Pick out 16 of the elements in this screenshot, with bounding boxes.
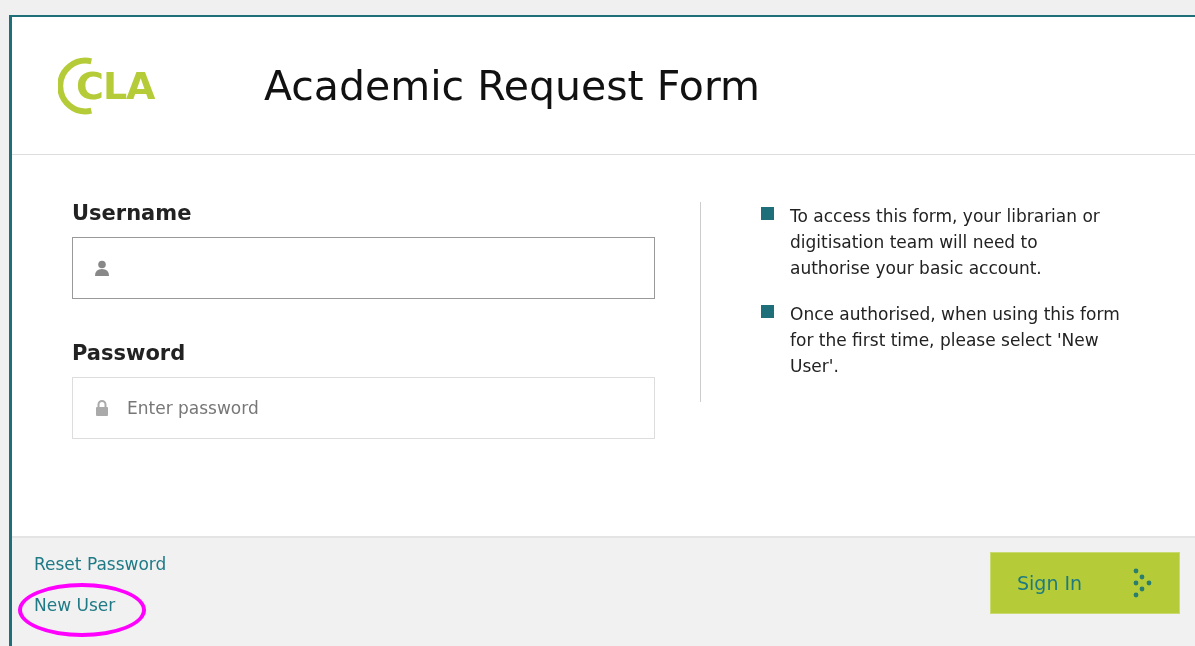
field-label: Password — [72, 341, 187, 367]
user-icon — [95, 260, 109, 276]
info-text: To access this form, your librarian or digitisation team will need to authorise your basic account. — [790, 205, 1101, 280]
bullet-icon — [761, 305, 774, 318]
sign-in-button[interactable]: Sign In — [990, 552, 1180, 614]
bullet-icon — [761, 207, 774, 220]
info-text: Once authorised, when using this form for the first time, please select 'New User'. — [790, 303, 1121, 378]
form-title: Academic Request Form — [264, 61, 760, 110]
text-link[interactable]: New User — [34, 595, 116, 615]
field-label: Username — [72, 201, 193, 227]
logo: CLA — [58, 41, 200, 130]
password-field[interactable]: Enter password — [72, 377, 655, 439]
lock-icon — [95, 400, 109, 416]
arrow-dots-icon — [1133, 568, 1153, 598]
username-field[interactable] — [72, 237, 655, 299]
text-link[interactable]: Reset Password — [34, 554, 167, 574]
